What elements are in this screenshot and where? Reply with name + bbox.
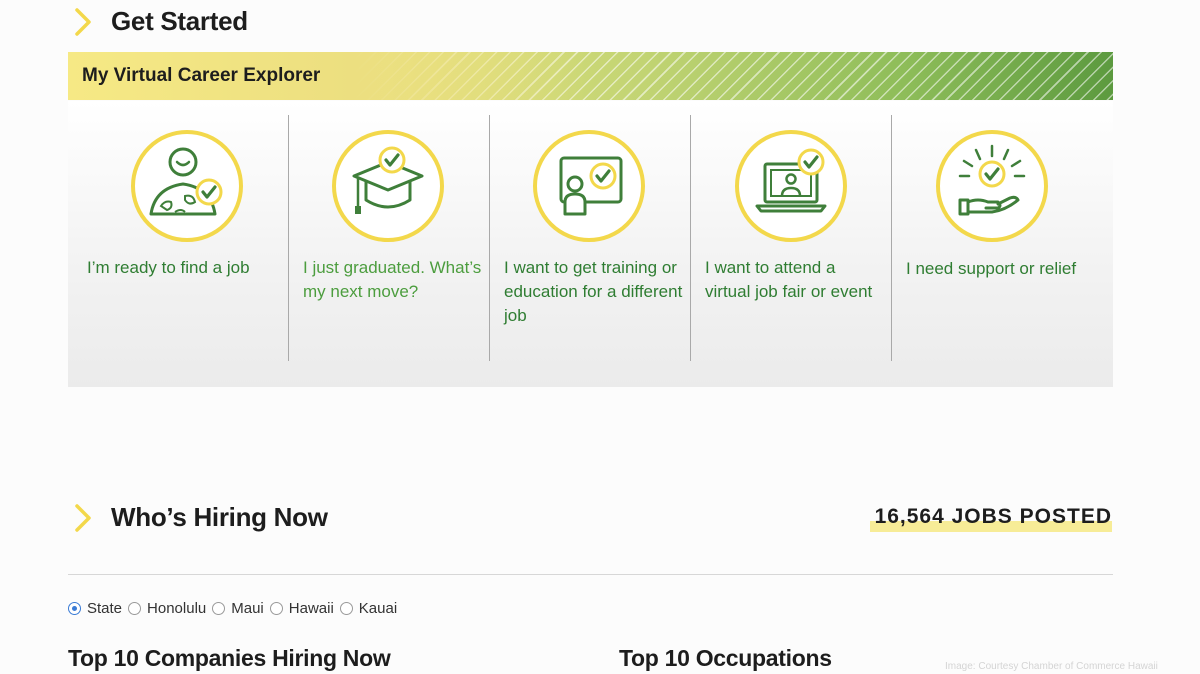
card-training-label: I want to get training or education for … <box>504 258 683 325</box>
region-label: State <box>87 599 123 617</box>
region-label: Hawaii <box>288 599 334 617</box>
top-occupations-heading: Top 10 Occupations <box>619 645 832 671</box>
region-filter: State Honolulu Maui Hawaii Kauai <box>68 598 403 618</box>
card-graduated[interactable]: I just graduated. What’s my next move? <box>289 101 489 387</box>
training-icon-circle <box>533 130 645 242</box>
radio-button[interactable] <box>339 601 353 615</box>
region-label: Honolulu <box>147 599 207 617</box>
whos-hiring-heading: Who’s Hiring Now <box>111 502 328 532</box>
top-companies-heading: Top 10 Companies Hiring Now <box>68 645 391 671</box>
region-radio-hawaii[interactable]: Hawaii <box>269 599 334 617</box>
career-explorer-banner: My Virtual Career Explorer <box>68 52 1113 100</box>
jobs-posted-counter: 16,564 JOBS POSTED <box>870 503 1112 532</box>
card-support-label: I need support or relief <box>906 259 1077 278</box>
radio-button[interactable] <box>212 601 226 615</box>
region-radio-honolulu[interactable]: Honolulu <box>128 600 206 617</box>
job-fair-icon-circle <box>735 130 847 242</box>
radio-button[interactable] <box>269 601 283 615</box>
presentation-board-icon <box>559 156 623 216</box>
section-divider <box>68 574 1113 575</box>
card-support[interactable]: I need support or relief <box>892 101 1113 387</box>
graduation-cap-icon <box>352 146 424 214</box>
support-icon-circle <box>936 130 1048 242</box>
chevron-right-icon <box>75 504 91 532</box>
card-job-fair-label: I want to attend a virtual job fair or e… <box>705 258 873 301</box>
card-find-job[interactable]: I’m ready to find a job <box>68 101 288 387</box>
image-credit: Image: Courtesy Chamber of Commerce Hawa… <box>945 661 1158 672</box>
region-label: Maui <box>231 599 264 617</box>
graduate-icon-circle <box>332 130 444 242</box>
chevron-right-icon <box>75 8 91 36</box>
laptop-video-icon <box>755 148 827 213</box>
region-radio-kauai[interactable]: Kauai <box>339 599 398 617</box>
helping-hand-icon <box>958 144 1026 216</box>
jobs-posted-text: 16,564 JOBS POSTED <box>874 505 1112 528</box>
region-radio-maui[interactable]: Maui <box>212 600 264 617</box>
card-graduated-label: I just graduated. What’s my next move? <box>303 258 482 301</box>
job-seeker-icon-circle <box>131 130 243 242</box>
card-find-job-label: I’m ready to find a job <box>87 258 250 277</box>
radio-button-selected[interactable] <box>68 601 81 615</box>
card-job-fair[interactable]: I want to attend a virtual job fair or e… <box>691 101 891 387</box>
career-explorer-title: My Virtual Career Explorer <box>82 65 321 86</box>
region-radio-state[interactable]: State <box>68 600 122 617</box>
card-training[interactable]: I want to get training or education for … <box>490 101 690 387</box>
radio-button[interactable] <box>128 601 142 615</box>
region-label: Kauai <box>358 599 398 617</box>
person-globe-icon <box>149 147 223 216</box>
career-explorer-cards: I’m ready to find a job I just graduated… <box>68 101 1113 387</box>
get-started-heading: Get Started <box>111 6 248 36</box>
